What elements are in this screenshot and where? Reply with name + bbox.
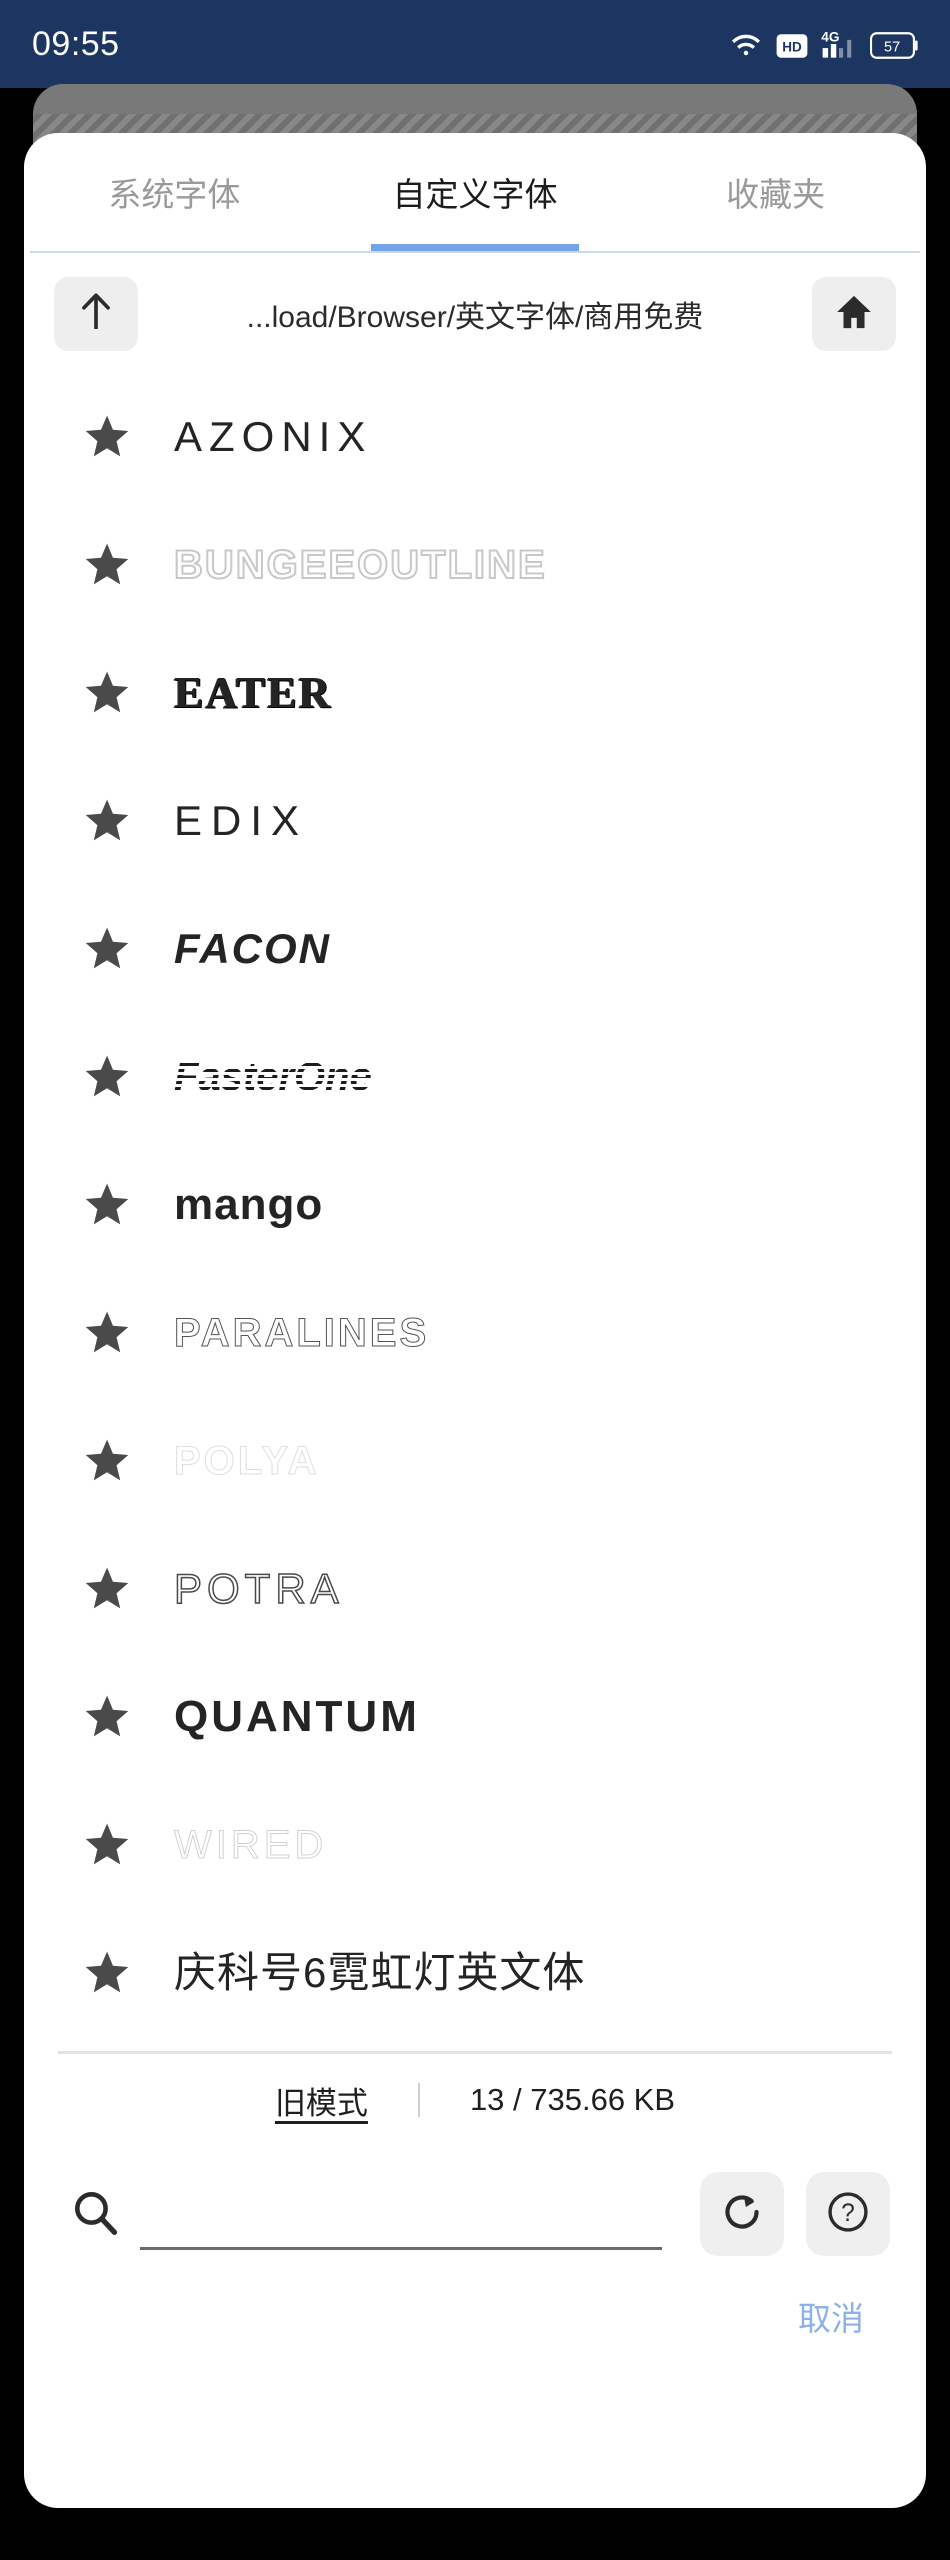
navigate-up-button[interactable] xyxy=(54,277,138,351)
search-input[interactable] xyxy=(140,2178,662,2250)
list-item[interactable]: EDIX xyxy=(24,757,926,885)
search-icon[interactable] xyxy=(72,2189,118,2240)
dialog-actions: 取消 xyxy=(24,2256,926,2340)
font-name: FasterOne xyxy=(174,1055,372,1099)
favorite-star-icon[interactable] xyxy=(84,1566,130,1612)
favorite-star-icon[interactable] xyxy=(84,1310,130,1356)
status-divider xyxy=(417,2083,420,2117)
list-item[interactable]: AZONIX xyxy=(24,373,926,501)
battery-icon: 57 xyxy=(870,32,918,59)
battery-level-text: 57 xyxy=(884,39,900,55)
list-item[interactable]: FACON xyxy=(24,885,926,1013)
font-name: QUANTUM xyxy=(174,1692,420,1741)
font-list: AZONIX BUNGEEOUTLINE EATER EDIX FACON Fa… xyxy=(24,373,926,2037)
current-path-label[interactable]: ...load/Browser/英文字体/商用免费 xyxy=(156,292,794,336)
svg-text:4G: 4G xyxy=(821,29,839,44)
font-name: PARALINES xyxy=(173,1311,430,1355)
tab-system-fonts-label: 系统字体 xyxy=(108,176,241,213)
status-bar: 09:55 HD 4G 57 xyxy=(0,0,950,88)
font-name: BUNGEEOUTLINE xyxy=(173,543,547,587)
screen-root: 09:55 HD 4G 57 系统字体 自定义字体 收藏夹 ...load/Br… xyxy=(0,0,950,2560)
tab-custom-fonts[interactable]: 自定义字体 xyxy=(325,133,626,251)
list-item[interactable]: POLYA xyxy=(24,1397,926,1525)
tab-custom-fonts-label: 自定义字体 xyxy=(392,176,558,213)
favorite-star-icon[interactable] xyxy=(84,670,130,716)
cancel-button[interactable]: 取消 xyxy=(798,2292,864,2340)
svg-text:HD: HD xyxy=(782,40,802,55)
font-name: WIRED xyxy=(173,1823,328,1867)
list-item[interactable]: WIRED xyxy=(24,1781,926,1909)
home-button[interactable] xyxy=(812,277,896,351)
favorite-star-icon[interactable] xyxy=(84,798,130,844)
favorite-star-icon[interactable] xyxy=(84,926,130,972)
refresh-button[interactable] xyxy=(700,2172,784,2256)
list-item[interactable]: 庆科号6霓虹灯英文体 xyxy=(24,1909,926,2037)
list-item[interactable]: QUANTUM xyxy=(24,1653,926,1781)
favorite-star-icon[interactable] xyxy=(84,1182,130,1228)
tab-favorites[interactable]: 收藏夹 xyxy=(625,133,926,251)
font-name: 庆科号6霓虹灯英文体 xyxy=(174,1949,586,1996)
tab-system-fonts[interactable]: 系统字体 xyxy=(24,133,325,251)
font-count-size-label: 13 / 735.66 KB xyxy=(469,2082,676,2117)
path-bar: ...load/Browser/英文字体/商用免费 xyxy=(24,253,926,373)
status-bar-clock: 09:55 xyxy=(32,24,120,63)
font-name: mango xyxy=(174,1180,324,1229)
font-name: AZONIX xyxy=(174,413,373,460)
font-name: POLYA xyxy=(173,1439,320,1483)
favorite-star-icon[interactable] xyxy=(84,1950,130,1996)
status-row: 旧模式 13 / 735.66 KB xyxy=(24,2054,926,2146)
svg-text:?: ? xyxy=(841,2199,855,2226)
tab-bar: 系统字体 自定义字体 收藏夹 xyxy=(24,133,926,251)
wifi-icon xyxy=(729,31,763,59)
favorite-star-icon[interactable] xyxy=(84,1694,130,1740)
help-circle-icon: ? xyxy=(826,2190,870,2239)
4g-signal-icon: 4G xyxy=(821,29,857,59)
font-name: POTRA xyxy=(173,1565,344,1612)
list-item[interactable]: PARALINES xyxy=(24,1269,926,1397)
favorite-star-icon[interactable] xyxy=(84,1822,130,1868)
font-name: EDIX xyxy=(174,797,309,844)
list-item[interactable]: EATER xyxy=(24,629,926,757)
favorite-star-icon[interactable] xyxy=(84,1054,130,1100)
favorite-star-icon[interactable] xyxy=(84,1438,130,1484)
list-item[interactable]: mango xyxy=(24,1141,926,1269)
help-button[interactable]: ? xyxy=(806,2172,890,2256)
home-icon xyxy=(835,293,873,336)
font-picker-dialog: 系统字体 自定义字体 收藏夹 ...load/Browser/英文字体/商用免费 xyxy=(24,133,926,2508)
old-mode-link[interactable]: 旧模式 xyxy=(275,2078,368,2123)
search-row: ? xyxy=(24,2146,926,2256)
favorite-star-icon[interactable] xyxy=(84,542,130,588)
font-name: FACON xyxy=(174,925,331,972)
favorite-star-icon[interactable] xyxy=(84,414,130,460)
list-item[interactable]: BUNGEEOUTLINE xyxy=(24,501,926,629)
tab-favorites-label: 收藏夹 xyxy=(726,176,826,213)
list-item[interactable]: POTRA xyxy=(24,1525,926,1653)
arrow-up-icon xyxy=(79,292,113,337)
list-item[interactable]: FasterOne xyxy=(24,1013,926,1141)
refresh-icon xyxy=(721,2191,763,2238)
font-name: EATER xyxy=(174,668,333,717)
status-bar-icons: HD 4G 57 xyxy=(729,29,918,59)
hd-icon: HD xyxy=(776,33,808,59)
